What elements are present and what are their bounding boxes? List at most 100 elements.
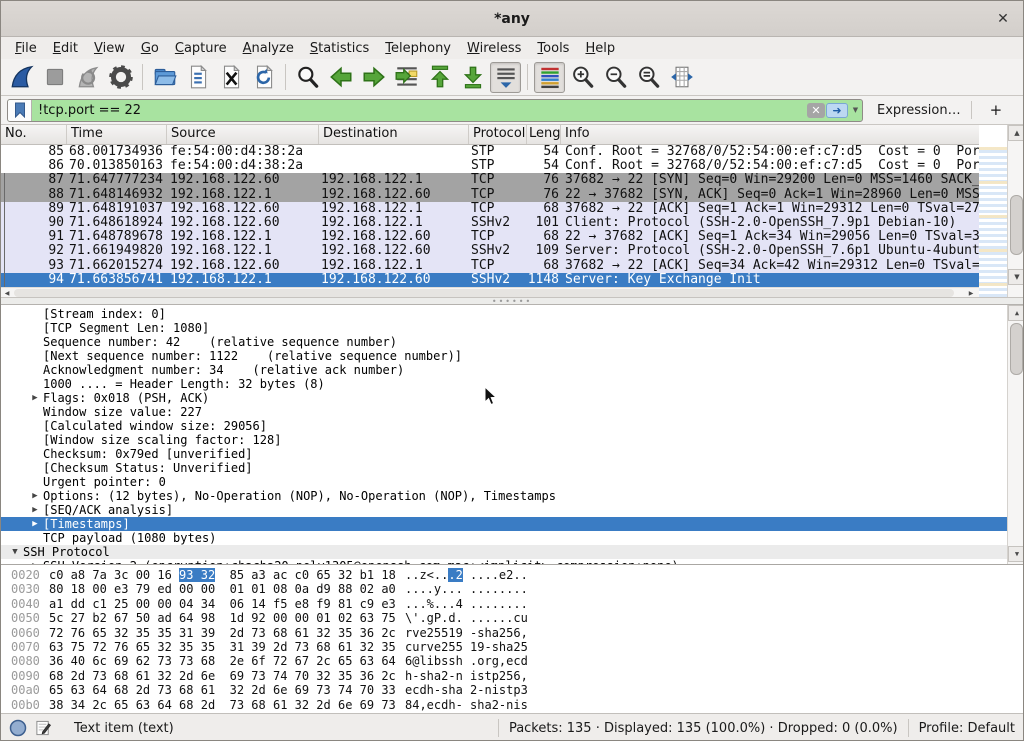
column-header-info[interactable]: Info xyxy=(561,125,979,144)
reload-file-icon[interactable] xyxy=(248,62,279,93)
packet-row[interactable]: 88 71.648146932 192.168.122.1 192.168.12… xyxy=(1,188,979,202)
hex-bytes[interactable]: 38 34 2c 65 63 64 68 2d 73 68 61 32 2d 6… xyxy=(49,698,405,712)
hex-ascii[interactable]: h-sha2-n istp256, xyxy=(405,669,528,683)
resize-columns-icon[interactable] xyxy=(666,62,697,93)
hex-row[interactable]: 0040 a1 dd c1 25 00 00 04 34 06 14 f5 e8… xyxy=(1,597,528,611)
zoom-reset-icon[interactable] xyxy=(633,62,664,93)
hex-row[interactable]: 00a0 65 63 64 68 2d 73 68 61 32 2d 6e 69… xyxy=(1,683,528,697)
start-capture-icon[interactable] xyxy=(6,62,37,93)
detail-line[interactable]: Urgent pointer: 0 xyxy=(1,475,1007,489)
detail-line[interactable]: [Stream index: 0] xyxy=(1,307,1007,321)
menu-item[interactable]: Telephony xyxy=(377,39,459,58)
hex-row[interactable]: 0020 c0 a8 7a 3c 00 16 93 32 85 a3 ac c0… xyxy=(1,568,528,582)
hex-ascii[interactable]: ....y... ........ xyxy=(405,582,528,596)
detail-line[interactable]: ▼ SSH Protocol xyxy=(1,545,1007,559)
hex-row[interactable]: 0080 36 40 6c 69 62 73 73 68 2e 6f 72 67… xyxy=(1,654,528,668)
hex-ascii[interactable]: 6@libssh .org,ecd xyxy=(405,654,528,668)
menu-item[interactable]: Tools xyxy=(529,39,577,58)
detail-line[interactable]: ▶ Options: (12 bytes), No-Operation (NOP… xyxy=(1,489,1007,503)
title-bar[interactable]: *any ✕ xyxy=(1,1,1023,37)
hex-ascii[interactable]: ecdh-sha 2-nistp3 xyxy=(405,683,528,697)
menu-item[interactable]: File xyxy=(7,39,45,58)
detail-line[interactable]: Acknowledgment number: 34 (relative ack … xyxy=(1,363,1007,377)
expander-icon[interactable] xyxy=(27,531,43,545)
menu-item[interactable]: View xyxy=(86,39,133,58)
scroll-thumb[interactable] xyxy=(1010,195,1023,255)
hex-row[interactable]: 0050 5c 27 b2 67 50 ad 64 98 1d 92 00 00… xyxy=(1,611,528,625)
expander-icon[interactable] xyxy=(27,363,43,377)
close-file-icon[interactable] xyxy=(215,62,246,93)
packet-row[interactable]: 90 71.648618924 192.168.122.60 192.168.1… xyxy=(1,216,979,230)
hex-row[interactable]: 0060 72 76 65 32 35 35 31 39 2d 73 68 61… xyxy=(1,626,528,640)
expression-button[interactable]: Expression… xyxy=(877,103,961,118)
packet-list-hscrollbar[interactable]: ◀ ▶ xyxy=(1,287,979,297)
hex-bytes[interactable]: 72 76 65 32 35 35 31 39 2d 73 68 61 32 3… xyxy=(49,626,405,640)
hex-ascii[interactable]: ...%...4 ........ xyxy=(405,597,528,611)
scroll-up-icon[interactable]: ▲ xyxy=(1008,125,1024,141)
close-icon[interactable]: ✕ xyxy=(993,9,1013,29)
hex-ascii[interactable]: curve255 19-sha25 xyxy=(405,640,528,654)
scroll-thumb[interactable] xyxy=(1010,323,1023,375)
expander-icon[interactable] xyxy=(27,321,43,335)
expander-icon[interactable]: ▼ xyxy=(7,545,23,559)
detail-line[interactable]: 1000 .... = Header Length: 32 bytes (8) xyxy=(1,377,1007,391)
detail-line[interactable]: [Calculated window size: 29056] xyxy=(1,419,1007,433)
detail-vscrollbar[interactable]: ▲ ▼ xyxy=(1007,305,1023,564)
capture-comment-icon[interactable] xyxy=(35,719,52,737)
detail-line[interactable]: [TCP Segment Len: 1080] xyxy=(1,321,1007,335)
expander-icon[interactable]: ▶ xyxy=(27,489,43,503)
detail-line[interactable]: [Checksum Status: Unverified] xyxy=(1,461,1007,475)
menu-item[interactable]: Capture xyxy=(167,39,235,58)
hex-ascii[interactable]: \'.gP.d. ......cu xyxy=(405,611,528,625)
go-back-icon[interactable] xyxy=(325,62,356,93)
find-packet-icon[interactable] xyxy=(292,62,323,93)
menu-item[interactable]: Edit xyxy=(45,39,86,58)
capture-options-icon[interactable] xyxy=(105,62,136,93)
scroll-thumb[interactable] xyxy=(14,289,954,297)
expander-icon[interactable] xyxy=(27,335,43,349)
packet-row[interactable]: 85 68.001734936 fe:54:00:d4:38:2a STP 54… xyxy=(1,145,979,159)
packet-row[interactable]: 94 71.663856741 192.168.122.1 192.168.12… xyxy=(1,273,979,287)
column-header-destination[interactable]: Destination xyxy=(319,125,469,144)
expander-icon[interactable] xyxy=(27,377,43,391)
column-header-no[interactable]: No. xyxy=(1,125,67,144)
detail-line[interactable]: Sequence number: 42 (relative sequence n… xyxy=(1,335,1007,349)
hex-row[interactable]: 0030 80 18 00 e3 79 ed 00 00 01 01 08 0a… xyxy=(1,582,528,596)
expander-icon[interactable] xyxy=(27,433,43,447)
expert-info-icon[interactable] xyxy=(9,719,27,737)
hex-bytes[interactable]: c0 a8 7a 3c 00 16 93 32 85 a3 ac c0 65 3… xyxy=(49,568,405,582)
hex-row[interactable]: 00b0 38 34 2c 65 63 64 68 2d 73 68 61 32… xyxy=(1,698,528,712)
hex-bytes[interactable]: 36 40 6c 69 62 73 73 68 2e 6f 72 67 2c 6… xyxy=(49,654,405,668)
expander-icon[interactable]: ▶ xyxy=(27,391,43,405)
save-file-icon[interactable] xyxy=(182,62,213,93)
expander-icon[interactable] xyxy=(27,307,43,321)
hex-row[interactable]: 0070 63 75 72 76 65 32 35 35 31 39 2d 73… xyxy=(1,640,528,654)
expander-icon[interactable] xyxy=(27,475,43,489)
hex-ascii[interactable]: 84,ecdh- sha2-nis xyxy=(405,698,528,712)
hex-ascii[interactable]: ..z<...2 ....e2.. xyxy=(405,568,528,582)
menu-item[interactable]: Help xyxy=(577,39,623,58)
scroll-up-icon[interactable]: ▲ xyxy=(1008,305,1023,321)
packet-row[interactable]: 92 71.661949820 192.168.122.1 192.168.12… xyxy=(1,244,979,258)
detail-line[interactable]: ▶ [SEQ/ACK analysis] xyxy=(1,503,1007,517)
hex-bytes[interactable]: 5c 27 b2 67 50 ad 64 98 1d 92 00 00 01 0… xyxy=(49,611,405,625)
hex-bytes[interactable]: 80 18 00 e3 79 ed 00 00 01 01 08 0a d9 8… xyxy=(49,582,405,596)
expander-icon[interactable] xyxy=(27,461,43,475)
packet-list-vscrollbar[interactable]: ▲ ▼ xyxy=(1007,125,1024,297)
hex-bytes[interactable]: 65 63 64 68 2d 73 68 61 32 2d 6e 69 73 7… xyxy=(49,683,405,697)
filter-dropdown-icon[interactable]: ▼ xyxy=(849,100,862,121)
hex-row[interactable]: 0090 68 2d 73 68 61 32 2d 6e 69 73 74 70… xyxy=(1,669,528,683)
filter-bookmark-icon[interactable] xyxy=(8,100,32,121)
menu-item[interactable]: Go xyxy=(133,39,167,58)
restart-capture-icon[interactable] xyxy=(72,62,103,93)
expander-icon[interactable] xyxy=(27,349,43,363)
packet-row[interactable]: 91 71.648789678 192.168.122.1 192.168.12… xyxy=(1,230,979,244)
scroll-down-icon[interactable]: ▼ xyxy=(1008,546,1023,562)
packet-row[interactable]: 93 71.662015274 192.168.122.60 192.168.1… xyxy=(1,259,979,273)
detail-line[interactable]: Checksum: 0x79ed [unverified] xyxy=(1,447,1007,461)
packet-row[interactable]: 87 71.647777234 192.168.122.60 192.168.1… xyxy=(1,173,979,187)
scroll-down-icon[interactable]: ▼ xyxy=(1008,269,1024,285)
add-filter-button[interactable]: + xyxy=(982,101,1011,119)
packet-row[interactable]: 89 71.648191037 192.168.122.60 192.168.1… xyxy=(1,202,979,216)
column-header-source[interactable]: Source xyxy=(167,125,319,144)
